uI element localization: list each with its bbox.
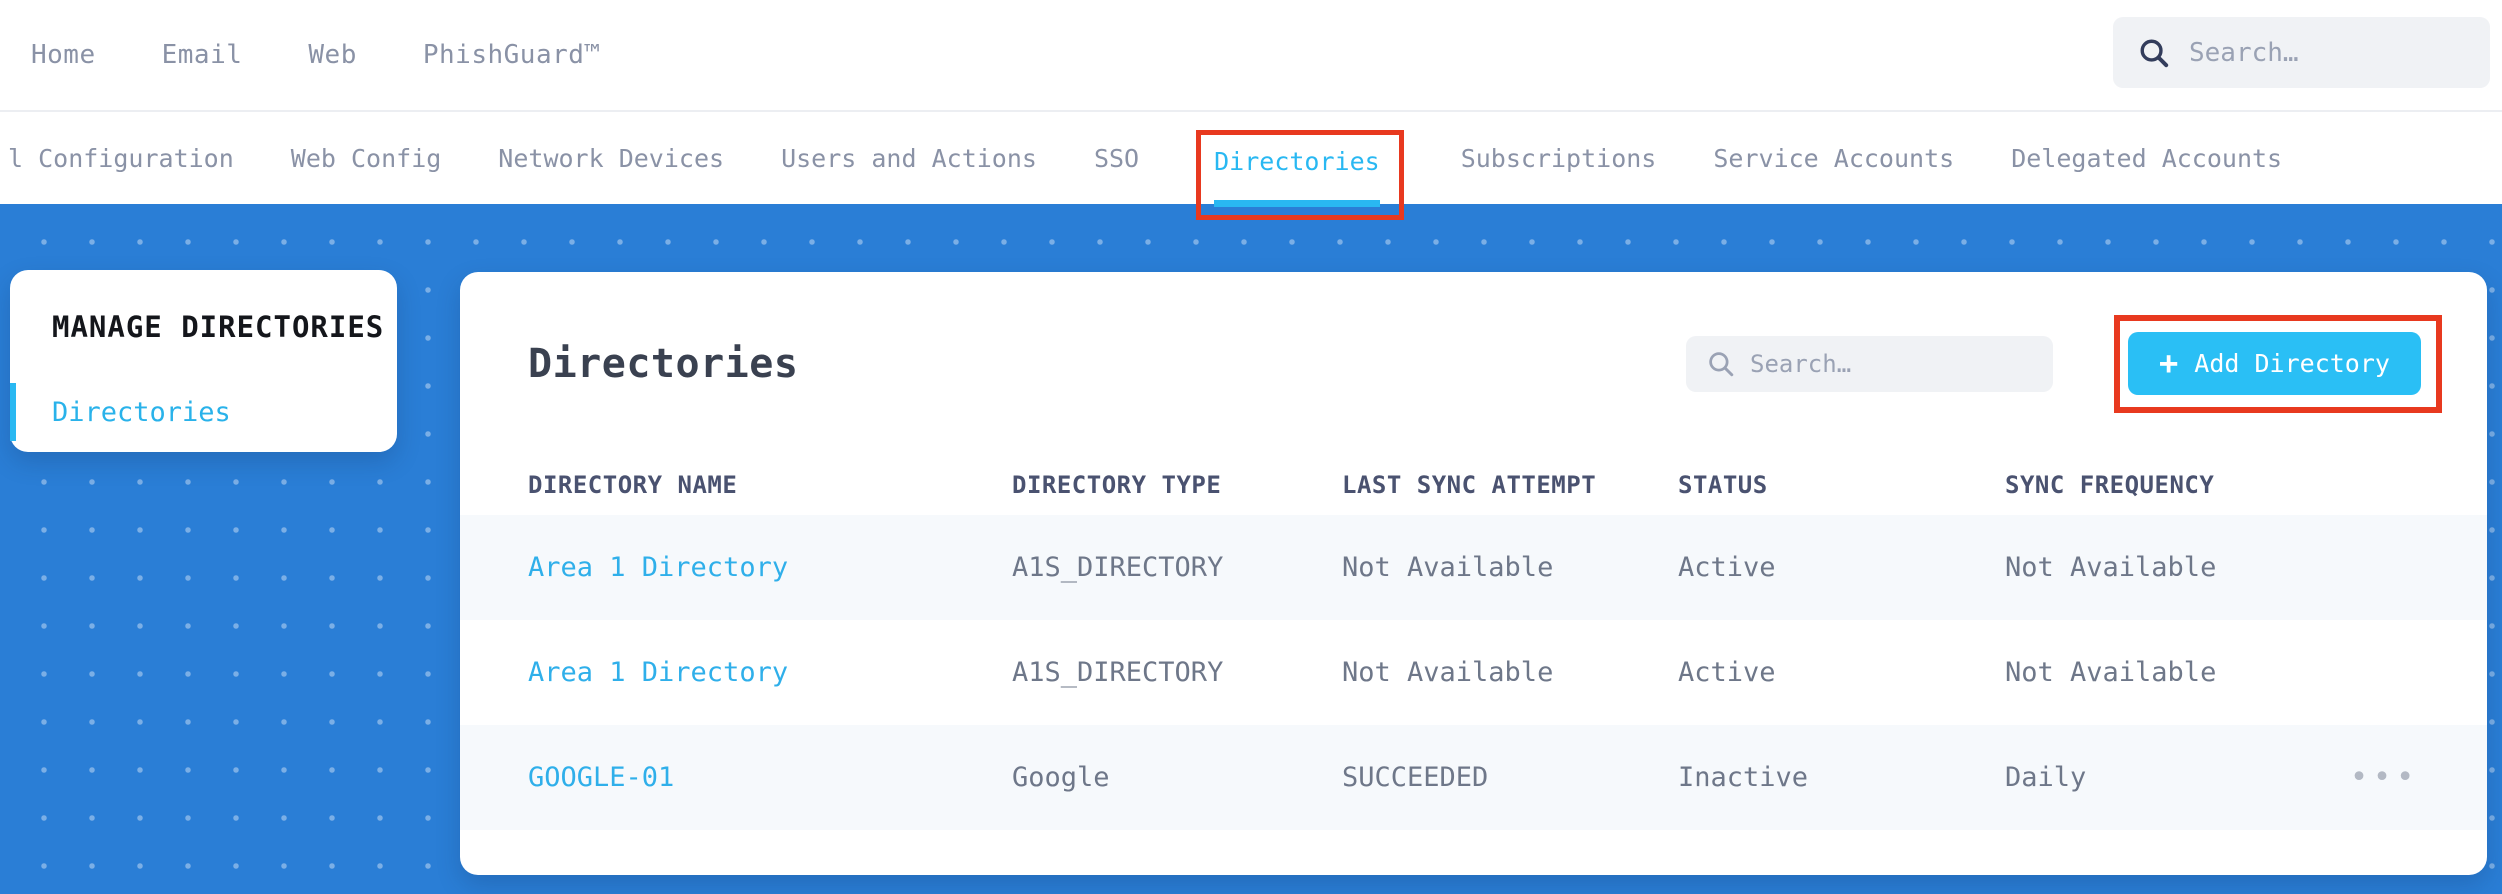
plus-icon: +: [2159, 344, 2179, 382]
table-row: Area 1 Directory A1S_DIRECTORY Not Avail…: [460, 515, 2487, 620]
active-tab-underline: [1214, 200, 1380, 207]
global-search[interactable]: [2113, 17, 2490, 88]
sidebar-title: MANAGE DIRECTORIES: [52, 310, 385, 344]
tab-service-accounts[interactable]: Service Accounts: [1713, 144, 1954, 173]
manage-directories-card: MANAGE DIRECTORIES Directories: [10, 270, 397, 452]
last-sync-cell: SUCCEEDED: [1342, 762, 1489, 793]
directory-type-cell: A1S_DIRECTORY: [1012, 552, 1224, 583]
tab-directories[interactable]: Directories: [1214, 147, 1380, 176]
directories-search-input[interactable]: [1750, 349, 2020, 378]
tab-web-config[interactable]: Web Config: [291, 144, 442, 173]
status-cell: Active: [1678, 657, 1776, 688]
status-cell: Active: [1678, 552, 1776, 583]
table-row: GOOGLE-01 Google SUCCEEDED Inactive Dail…: [460, 725, 2487, 830]
column-header-directory-name: DIRECTORY NAME: [528, 471, 738, 499]
search-icon: [1709, 351, 1734, 376]
annotation-box-add-directory: + Add Directory: [2114, 314, 2442, 413]
directory-name-link[interactable]: Area 1 Directory: [528, 552, 1012, 583]
table-header-row: DIRECTORY NAME DIRECTORY TYPE LAST SYNC …: [460, 455, 2487, 515]
table-row: Area 1 Directory A1S_DIRECTORY Not Avail…: [460, 620, 2487, 725]
card-header-actions: + Add Directory: [1686, 314, 2442, 413]
add-directory-label: Add Directory: [2194, 348, 2390, 378]
last-sync-cell: Not Available: [1342, 657, 1554, 688]
column-header-status: STATUS: [1678, 471, 1768, 499]
tab-sso[interactable]: SSO: [1094, 144, 1139, 173]
top-nav: Home Email Web PhishGuard™: [0, 40, 601, 70]
sub-nav-bar: l Configuration Web Config Network Devic…: [0, 112, 2502, 220]
add-directory-button[interactable]: + Add Directory: [2128, 331, 2421, 395]
sync-frequency-cell: Daily: [2005, 762, 2087, 793]
column-header-last-sync-attempt: LAST SYNC ATTEMPT: [1342, 471, 1597, 499]
tab-delegated-accounts[interactable]: Delegated Accounts: [2011, 144, 2282, 173]
annotation-box-directories-tab: Directories: [1196, 130, 1404, 220]
page-title: Directories: [528, 340, 799, 387]
tab-email-configuration[interactable]: l Configuration: [8, 144, 234, 173]
tab-network-devices[interactable]: Network Devices: [498, 144, 724, 173]
global-search-input[interactable]: [2189, 37, 2459, 68]
tab-users-and-actions[interactable]: Users and Actions: [781, 144, 1037, 173]
top-nav-bar: Home Email Web PhishGuard™: [0, 0, 2502, 112]
card-header: Directories + Add Directory: [460, 272, 2487, 455]
directory-name-link[interactable]: Area 1 Directory: [528, 657, 1012, 688]
directory-name-link[interactable]: GOOGLE-01: [528, 762, 1012, 793]
sidebar-item-label: Directories: [52, 396, 231, 428]
sync-frequency-cell: Not Available: [2005, 657, 2217, 688]
last-sync-cell: Not Available: [1342, 552, 1554, 583]
active-indicator-bar: [10, 383, 16, 441]
directories-card: Directories + Add Directory: [460, 272, 2487, 875]
status-cell: Inactive: [1678, 762, 1809, 793]
directory-type-cell: Google: [1012, 762, 1110, 793]
top-nav-email[interactable]: Email: [162, 40, 243, 70]
row-menu-icon[interactable]: •••: [2350, 762, 2419, 793]
directory-type-cell: A1S_DIRECTORY: [1012, 657, 1224, 688]
sidebar-item-directories[interactable]: Directories: [10, 383, 365, 441]
top-nav-web[interactable]: Web: [308, 40, 356, 70]
column-header-directory-type: DIRECTORY TYPE: [1012, 471, 1222, 499]
tab-subscriptions[interactable]: Subscriptions: [1461, 144, 1657, 173]
column-header-sync-frequency: SYNC FREQUENCY: [2005, 471, 2215, 499]
directories-table: DIRECTORY NAME DIRECTORY TYPE LAST SYNC …: [460, 455, 2487, 830]
top-nav-home[interactable]: Home: [31, 40, 96, 70]
sync-frequency-cell: Not Available: [2005, 552, 2217, 583]
top-nav-phishguard[interactable]: PhishGuard™: [423, 40, 601, 70]
content-area: MANAGE DIRECTORIES Directories Directori…: [0, 204, 2502, 894]
search-icon: [2140, 39, 2169, 67]
directories-search[interactable]: [1686, 335, 2053, 392]
